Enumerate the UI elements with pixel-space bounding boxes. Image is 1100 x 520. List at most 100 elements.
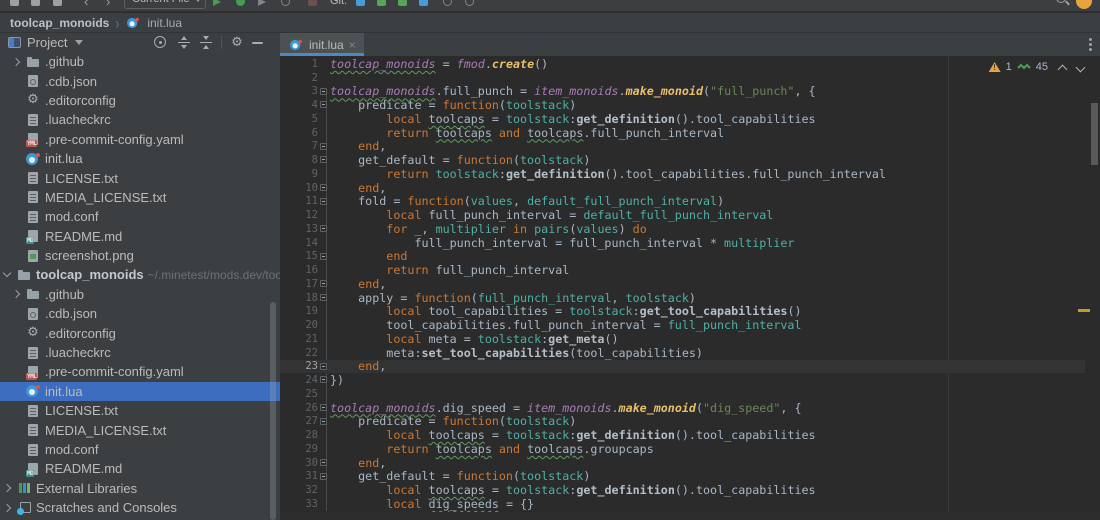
project-panel-title[interactable]: Project	[27, 35, 67, 50]
chevron-collapsed-icon[interactable]	[11, 289, 21, 299]
nav-forward-icon[interactable]: ›	[106, 0, 110, 9]
fold-collapse-icon[interactable]	[320, 87, 327, 95]
line-number[interactable]: 2	[280, 72, 318, 84]
code-line[interactable]: 5 local toolcaps = toolstack:get_definit…	[280, 112, 1085, 126]
line-number[interactable]: 32	[280, 484, 318, 496]
locate-file-button[interactable]	[153, 35, 169, 51]
code-line[interactable]: 17 end,	[280, 277, 1085, 291]
line-number[interactable]: 10	[280, 182, 318, 194]
fold-end-icon[interactable]	[320, 280, 327, 287]
code-line[interactable]: 33 local dig_speeds = {}	[280, 497, 1085, 511]
git-history-icon[interactable]	[465, 0, 474, 6]
line-number[interactable]: 26	[280, 402, 318, 414]
code-line[interactable]: 16 return full_punch_interval	[280, 263, 1085, 277]
line-number[interactable]: 1	[280, 58, 318, 70]
line-number[interactable]: 18	[280, 292, 318, 304]
code-line[interactable]: 31 get_default = function(toolstack)	[280, 469, 1085, 483]
breadcrumb-file[interactable]: init.lua	[147, 16, 182, 30]
code-line[interactable]: 13 for _, multiplier in pairs(values) do	[280, 222, 1085, 236]
expand-all-button[interactable]	[176, 35, 192, 51]
line-number[interactable]: 9	[280, 168, 318, 180]
line-number[interactable]: 20	[280, 319, 318, 331]
line-number[interactable]: 22	[280, 347, 318, 359]
next-problem-icon[interactable]	[1077, 64, 1084, 71]
code-line[interactable]: 29 return toolcaps and toolcaps.groupcap…	[280, 442, 1085, 456]
fold-end-icon[interactable]	[320, 376, 327, 384]
tree-row[interactable]: screenshot.png	[0, 246, 280, 265]
code-line[interactable]: 27 predicate = function(toolstack)	[280, 414, 1085, 428]
fold-collapse-icon[interactable]	[320, 101, 327, 109]
editor-scrollbar[interactable]	[1091, 103, 1098, 165]
code-line[interactable]: 30 end,	[280, 456, 1085, 470]
code-line[interactable]: 2	[280, 71, 1085, 85]
code-line[interactable]: 18 apply = function(full_punch_interval,…	[280, 291, 1085, 305]
code-line[interactable]: 32 local toolcaps = toolstack:get_defini…	[280, 483, 1085, 497]
collapse-all-button[interactable]	[198, 35, 214, 51]
code-line[interactable]: 10 end,	[280, 181, 1085, 195]
chevron-expanded-icon[interactable]	[2, 270, 12, 280]
tree-row[interactable]: toolcap_monoids~/.minetest/mods.dev/tool…	[0, 265, 280, 284]
git-update-icon[interactable]	[356, 0, 365, 6]
tree-row[interactable]: init.lua	[0, 149, 280, 168]
code-line[interactable]: 28 local toolcaps = toolstack:get_defini…	[280, 428, 1085, 442]
line-number[interactable]: 15	[280, 250, 318, 262]
tree-row[interactable]: YML .pre-commit-config.yaml	[0, 130, 280, 149]
tree-row[interactable]: init.lua	[0, 381, 280, 402]
code-line[interactable]: 14 full_punch_interval = full_punch_inte…	[280, 236, 1085, 250]
tree-row[interactable]: ⚙ .editorconfig	[0, 323, 280, 342]
tab-options-icon[interactable]	[1089, 38, 1092, 51]
line-number[interactable]: 6	[280, 127, 318, 139]
hide-panel-button[interactable]	[252, 35, 268, 51]
code-line[interactable]: 22 meta:set_tool_capabilities(tool_capab…	[280, 346, 1085, 360]
code-line[interactable]: 7 end,	[280, 139, 1085, 153]
chevron-collapsed-icon[interactable]	[11, 57, 21, 67]
code-line[interactable]: 21 local meta = toolstack:get_meta()	[280, 332, 1085, 346]
line-number[interactable]: 27	[280, 415, 318, 427]
line-number[interactable]: 7	[280, 140, 318, 152]
prev-problem-icon[interactable]	[1059, 64, 1066, 71]
git-commit-icon[interactable]	[377, 0, 386, 6]
fold-collapse-icon[interactable]	[320, 225, 327, 232]
fold-collapse-icon[interactable]	[320, 472, 327, 480]
tree-row[interactable]: .luacheckrc	[0, 343, 280, 362]
tree-row[interactable]: .cdb.json	[0, 304, 280, 323]
line-number[interactable]: 30	[280, 457, 318, 469]
line-number[interactable]: 3	[280, 85, 318, 97]
line-number[interactable]: 17	[280, 278, 318, 290]
tree-row[interactable]: mod.conf	[0, 440, 280, 459]
line-number[interactable]: 31	[280, 470, 318, 482]
fold-collapse-icon[interactable]	[320, 403, 327, 411]
line-number[interactable]: 19	[280, 305, 318, 317]
close-icon[interactable]: ×	[349, 39, 356, 51]
nav-back-icon[interactable]: ‹	[84, 0, 88, 9]
code-line[interactable]: 6 return toolcaps and toolcaps.full_punc…	[280, 126, 1085, 140]
fold-end-icon[interactable]	[320, 142, 327, 150]
tree-scrollbar[interactable]	[270, 302, 276, 520]
line-number[interactable]: 16	[280, 264, 318, 276]
tree-row[interactable]: MEDIA_LICENSE.txt	[0, 420, 280, 439]
code-line[interactable]: 3 toolcap_monoids.full_punch = item_monoi…	[280, 84, 1085, 98]
line-number[interactable]: 8	[280, 154, 318, 166]
git-rollback-icon[interactable]	[443, 0, 452, 6]
line-number[interactable]: 13	[280, 223, 318, 235]
fold-collapse-icon[interactable]	[320, 293, 327, 301]
sync-icon[interactable]	[53, 0, 62, 6]
chevron-collapsed-icon[interactable]	[2, 503, 12, 513]
code-line[interactable]: 20 tool_capabilities.full_punch_interval…	[280, 318, 1085, 332]
code-line[interactable]: 12 local full_punch_interval = default_f…	[280, 208, 1085, 222]
line-number[interactable]: 28	[280, 429, 318, 441]
inspection-widget[interactable]: 1 45	[988, 61, 1084, 73]
code-line[interactable]: 15 end	[280, 249, 1085, 263]
line-number[interactable]: 21	[280, 333, 318, 345]
breadcrumb-project[interactable]: toolcap_monoids	[10, 16, 109, 30]
code-line[interactable]: 8 get_default = function(toolstack)	[280, 153, 1085, 167]
stop-icon[interactable]	[308, 0, 317, 6]
fold-collapse-icon[interactable]	[320, 156, 327, 164]
run-icon[interactable]	[213, 0, 221, 6]
git-branch-icon[interactable]	[419, 0, 428, 6]
profiler-icon[interactable]	[281, 0, 290, 6]
run-coverage-icon[interactable]	[258, 0, 266, 6]
code-line[interactable]: 4 predicate = function(toolstack)	[280, 98, 1085, 112]
code-line[interactable]: 26 toolcap_monoids.dig_speed = item_monoi…	[280, 401, 1085, 415]
tree-row[interactable]: MD README.md	[0, 459, 280, 478]
